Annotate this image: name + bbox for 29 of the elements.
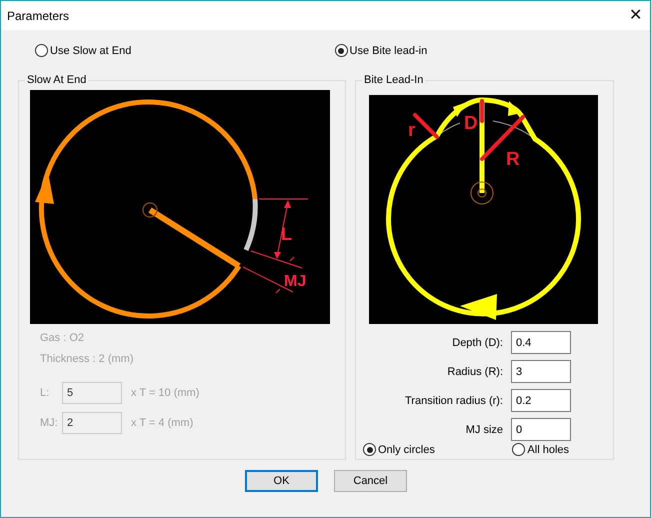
dimension-label: r — [408, 120, 416, 141]
dialog-button[interactable]: OK — [245, 470, 318, 492]
input-field[interactable]: 0.4 — [511, 331, 571, 354]
close-icon[interactable]: ✕ — [629, 8, 642, 24]
radio-button[interactable]: Use Bite lead-in — [334, 44, 428, 57]
dimension-label: L — [281, 224, 292, 244]
result-text: x T = 10 (mm) — [131, 387, 200, 399]
input-field[interactable]: 3 — [511, 360, 571, 383]
dimension-label: R — [506, 149, 520, 170]
dialog-button[interactable]: Cancel — [334, 470, 407, 492]
radio-button[interactable]: Only circles — [363, 443, 435, 456]
field-label: MJ: — [40, 417, 59, 429]
field-label: Radius (R): — [447, 366, 503, 378]
group-title: Slow At End — [26, 74, 88, 86]
dimension-label: MJ — [284, 273, 306, 290]
window-title: Parameters — [7, 8, 70, 22]
radio-button[interactable]: All holes — [512, 443, 569, 456]
info-text: Thickness : 2 (mm) — [40, 352, 135, 367]
field-label: L: — [40, 387, 50, 399]
result-text: x T = 4 (mm) — [131, 417, 194, 429]
input-field[interactable]: 0 — [511, 418, 571, 441]
info-text: Gas : O2 — [40, 331, 86, 346]
group-title: Bite Lead-In — [363, 74, 424, 86]
field-label: MJ size — [466, 424, 503, 436]
dimension-label: D — [464, 113, 478, 134]
field-label: Transition radius (r): — [404, 394, 503, 406]
field-label: Depth (D): — [452, 336, 503, 348]
input-field[interactable]: 0.2 — [511, 389, 571, 412]
radio-button[interactable]: Use Slow at End — [35, 44, 132, 57]
